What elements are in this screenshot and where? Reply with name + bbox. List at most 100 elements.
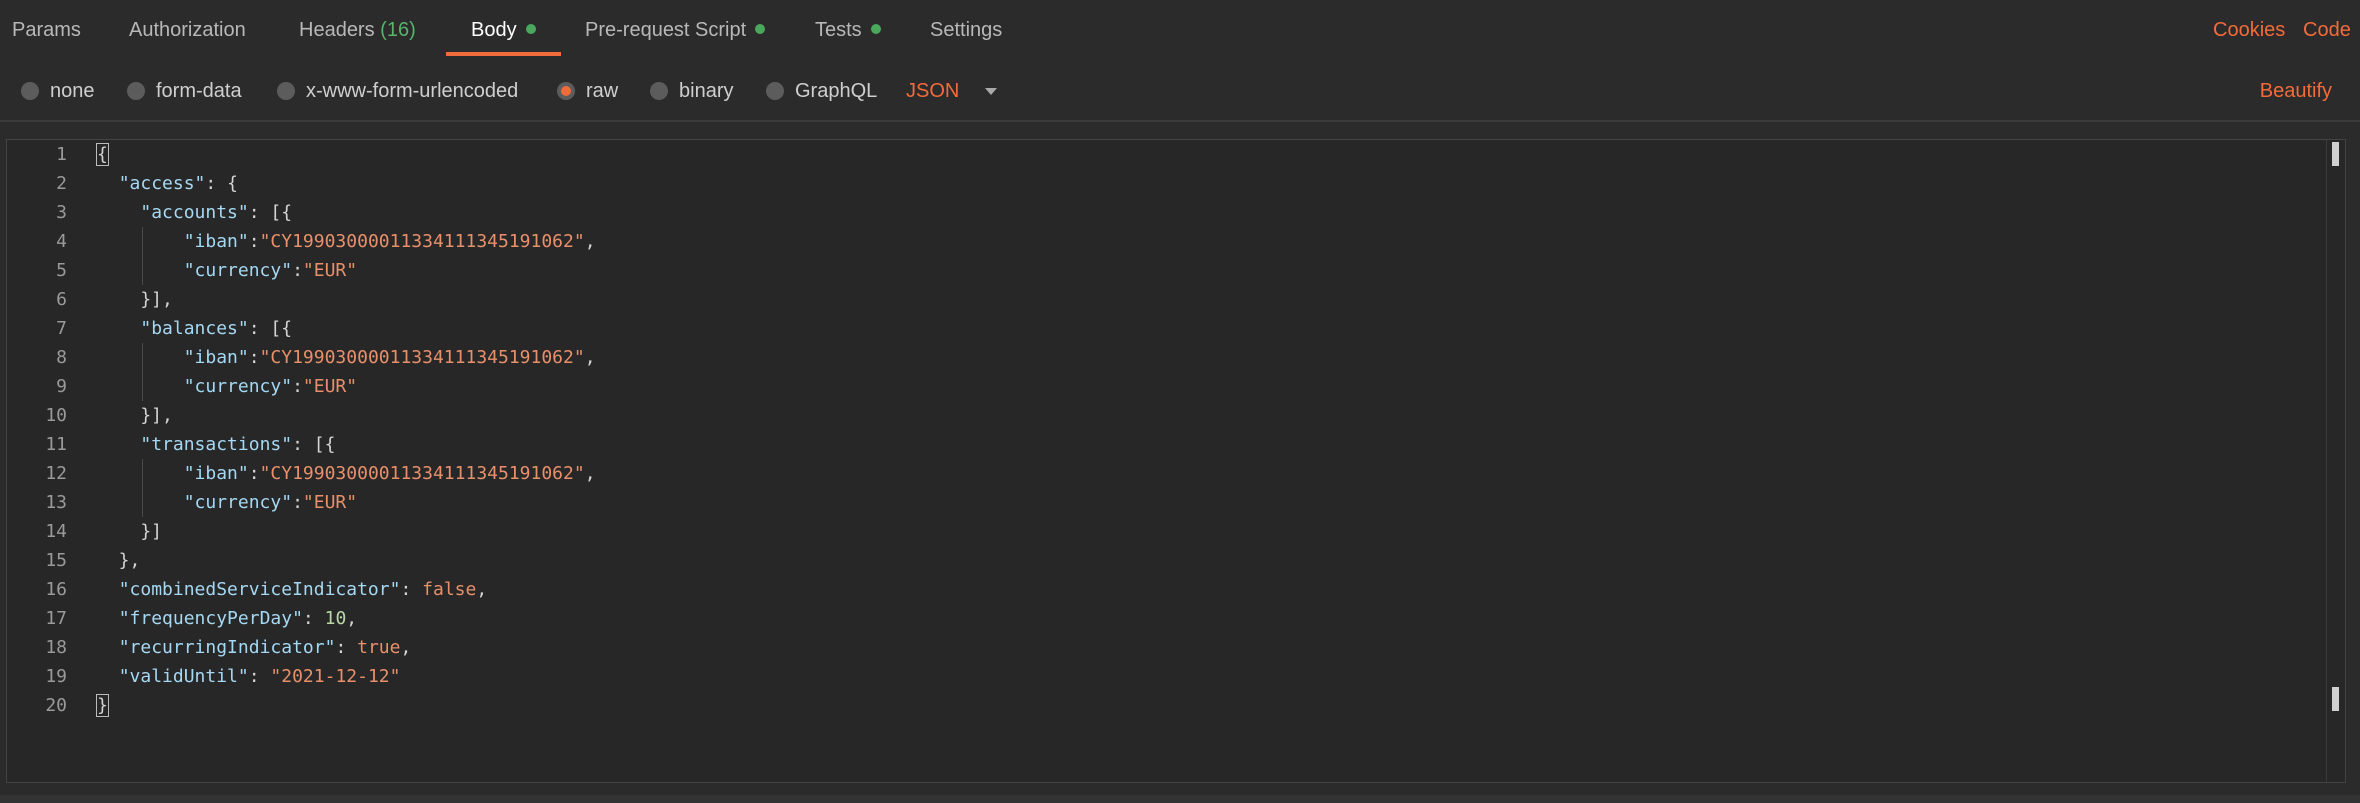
code-token: }] <box>97 521 163 542</box>
radio-graphql[interactable]: GraphQL <box>766 78 877 104</box>
code-token: "validUntil" <box>118 666 249 687</box>
code-line: }], <box>97 401 173 430</box>
tab-body[interactable]: Body <box>471 17 536 43</box>
code-token: : { <box>205 173 238 194</box>
radio-form-data[interactable]: form-data <box>127 78 242 104</box>
tab-settings-label: Settings <box>930 19 1003 41</box>
code-token: "CY19903000011334111345191062" <box>259 347 585 368</box>
tab-tests[interactable]: Tests <box>815 17 881 43</box>
code-content[interactable]: { "access": { "accounts": [{ "iban":"CY1… <box>96 140 2315 782</box>
tab-pre-request-script[interactable]: Pre-request Script <box>585 17 766 43</box>
code-token: : <box>292 260 303 281</box>
radio-none[interactable]: none <box>21 78 95 104</box>
line-number: 7 <box>56 318 67 339</box>
tab-authorization[interactable]: Authorization <box>129 17 246 43</box>
code-editor[interactable]: 1 2 3 4 5 6 7 8 9 10 11 12 13 14 15 16 17 18 19 20 { "acces… <box>6 139 2346 783</box>
radio-raw-circle <box>557 82 575 100</box>
code-token: "transactions" <box>140 434 293 455</box>
chevron-down-icon <box>985 87 998 95</box>
radio-form-data-label: form-data <box>156 79 242 102</box>
language-dropdown[interactable]: JSON <box>906 78 998 104</box>
code-line: "currency":"EUR" <box>97 488 357 517</box>
code-line: "balances": [{ <box>97 314 292 343</box>
radio-graphql-circle <box>766 82 784 100</box>
line-number: 6 <box>56 289 67 310</box>
tab-tests-label: Tests <box>815 19 862 41</box>
code-token: { <box>96 143 109 166</box>
code-token: , <box>476 579 488 600</box>
tab-headers-label: Headers <box>299 19 375 41</box>
code-token: false <box>422 579 477 600</box>
line-number: 15 <box>45 550 67 571</box>
line-number: 17 <box>45 608 67 629</box>
line-number: 12 <box>45 463 67 484</box>
code-token: "EUR" <box>302 492 358 513</box>
code-token: : <box>248 463 260 484</box>
code-token: : <box>400 579 423 600</box>
request-editor-panel: Params Authorization Headers (16) Body P… <box>0 0 2360 803</box>
line-number: 5 <box>56 260 67 281</box>
indent-guide <box>142 227 143 285</box>
code-token: , <box>584 463 596 484</box>
code-link[interactable]: Code <box>2303 17 2351 43</box>
code-token: }, <box>97 550 141 571</box>
radio-x-www-form-urlencoded-circle <box>277 82 295 100</box>
code-token: : <box>335 637 358 658</box>
line-number: 1 <box>56 144 67 165</box>
code-line: "iban":"CY19903000011334111345191062", <box>97 459 596 488</box>
tab-headers[interactable]: Headers (16) <box>299 17 416 43</box>
code-line: "accounts": [{ <box>97 198 292 227</box>
tab-settings[interactable]: Settings <box>930 17 1002 43</box>
code-line: "iban":"CY19903000011334111345191062", <box>97 227 596 256</box>
code-token: "CY19903000011334111345191062" <box>259 463 585 484</box>
code-token: true <box>357 637 401 658</box>
code-line: }], <box>97 285 173 314</box>
radio-none-label: none <box>50 79 95 102</box>
tab-params[interactable]: Params <box>12 17 81 43</box>
code-token: "balances" <box>140 318 249 339</box>
code-token: : <box>248 666 271 687</box>
code-token: "iban" <box>183 347 249 368</box>
line-number: 13 <box>45 492 67 513</box>
body-type-selector: none form-data x-www-form-urlencoded raw… <box>0 58 2360 118</box>
code-token: "recurringIndicator" <box>118 637 336 658</box>
divider <box>0 120 2360 122</box>
line-number-gutter: 1 2 3 4 5 6 7 8 9 10 11 12 13 14 15 16 17 18 19 20 <box>7 140 67 782</box>
code-token: : [{ <box>292 434 336 455</box>
scrollbar-top-marker <box>2332 142 2339 166</box>
code-token: : [{ <box>248 202 293 223</box>
code-line: "transactions": [{ <box>97 430 335 459</box>
radio-binary[interactable]: binary <box>650 78 733 104</box>
code-token: }], <box>97 289 173 310</box>
radio-x-www-form-urlencoded-label: x-www-form-urlencoded <box>306 79 519 102</box>
code-line: "frequencyPerDay": 10, <box>97 604 357 633</box>
pre-request-status-dot-icon <box>755 24 766 34</box>
cookies-link[interactable]: Cookies <box>2213 17 2285 43</box>
bottom-divider <box>0 795 2360 803</box>
code-line: "combinedServiceIndicator": false, <box>97 575 487 604</box>
code-token: "iban" <box>183 463 249 484</box>
code-line: "validUntil": "2021-12-12" <box>97 662 401 691</box>
radio-raw[interactable]: raw <box>557 78 618 104</box>
code-line: "recurringIndicator": true, <box>97 633 412 662</box>
line-number: 18 <box>45 637 67 658</box>
editor-scrollbar[interactable] <box>2326 140 2345 782</box>
code-token: : <box>248 347 260 368</box>
code-line: "iban":"CY19903000011334111345191062", <box>97 343 596 372</box>
line-number: 3 <box>56 202 67 223</box>
radio-binary-label: binary <box>679 79 734 102</box>
radio-form-data-circle <box>127 82 145 100</box>
tab-params-label: Params <box>12 19 81 41</box>
headers-count: (16) <box>380 19 416 41</box>
beautify-button[interactable]: Beautify <box>2260 78 2332 104</box>
line-number: 16 <box>45 579 67 600</box>
radio-x-www-form-urlencoded[interactable]: x-www-form-urlencoded <box>277 78 518 104</box>
radio-none-circle <box>21 82 39 100</box>
